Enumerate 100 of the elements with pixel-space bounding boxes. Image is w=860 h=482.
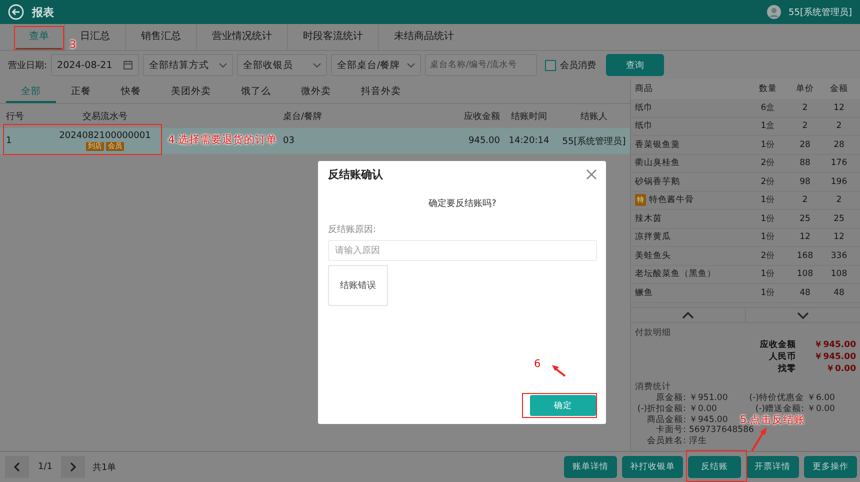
- table-cell-text: 25: [798, 214, 812, 224]
- table-cell: 1: [760, 269, 766, 280]
- query-button[interactable]: 查询: [606, 54, 664, 76]
- unit-label: 份: [766, 176, 776, 187]
- column-header: 行号: [6, 110, 24, 122]
- order-type-tab[interactable]: 微外卖: [286, 81, 346, 103]
- annotation-arrow: [552, 365, 566, 377]
- action-button[interactable]: 反结账: [688, 456, 741, 478]
- stat-label: 原金额:: [655, 394, 687, 404]
- action-button[interactable]: 开票详情: [746, 456, 799, 478]
- unit-label: 盒: [766, 121, 776, 132]
- reason-option[interactable]: 结账错误: [328, 265, 388, 306]
- action-button[interactable]: 更多操作: [804, 456, 857, 478]
- chevron-down-icon[interactable]: [797, 312, 809, 319]
- stat-value: 569737648586: [689, 426, 754, 436]
- action-button[interactable]: 补打收银单: [622, 456, 683, 478]
- previous-page-button[interactable]: [5, 456, 29, 478]
- order-type-tab[interactable]: 抖音外卖: [346, 81, 416, 103]
- unit-label: 份: [766, 158, 776, 168]
- confirm-button[interactable]: 确定: [530, 395, 596, 416]
- unit-label: 份: [766, 250, 776, 261]
- table-cell-text: 168: [796, 250, 814, 261]
- unit-label: 份: [766, 195, 776, 206]
- report-tab[interactable]: 销售汇总: [128, 24, 194, 50]
- stat-value: 浮生: [689, 437, 707, 447]
- checkbox[interactable]: [545, 60, 556, 70]
- table-cell: 945.00: [468, 136, 500, 146]
- order-type-tab[interactable]: 正餐: [56, 81, 106, 103]
- close-icon[interactable]: [586, 168, 597, 180]
- order-type-tab[interactable]: 快餐: [106, 81, 156, 103]
- annotation-label: 3: [69, 40, 76, 52]
- checkbox-label: 会员消费: [560, 60, 596, 72]
- table-cell: 纸巾: [635, 102, 653, 114]
- order-type-tab[interactable]: 美团外卖: [156, 81, 226, 103]
- stat-value: ￥945.00: [689, 416, 728, 426]
- chevron-down-icon: [219, 62, 228, 68]
- table-cell-text: 2: [801, 195, 809, 206]
- table-cell: 2: [760, 158, 766, 168]
- page-title: 报表: [32, 4, 54, 20]
- table-cell: 辣木茵: [635, 212, 662, 225]
- report-tab[interactable]: 营业情况统计: [199, 24, 285, 50]
- unit-label: 份: [766, 232, 776, 242]
- order-type-tab[interactable]: 饿了么: [226, 81, 286, 103]
- back-icon[interactable]: [8, 4, 24, 20]
- table-cell-text: 12: [798, 232, 812, 242]
- chevron-down-icon: [407, 62, 416, 68]
- column-header: 商品: [635, 83, 654, 95]
- search-field[interactable]: 桌台名称/编号/流水号: [425, 54, 538, 76]
- unit-label: 份: [766, 214, 776, 224]
- table-cell-text: 98: [798, 176, 812, 187]
- column-header: 单价: [795, 83, 815, 95]
- chevron-up-icon[interactable]: [682, 312, 694, 319]
- table-cell: 1: [760, 195, 766, 206]
- table-cell-text: 48: [832, 288, 846, 298]
- table-cell-text: 108: [796, 269, 814, 280]
- table-cell-text: 2: [801, 121, 809, 132]
- table-cell: 砂锅香芋鹅: [635, 176, 680, 188]
- field-label: 反结账原因:: [328, 224, 378, 236]
- column-header: 结账时间: [511, 110, 547, 122]
- date-field[interactable]: 2024-08-21: [51, 54, 140, 76]
- reason-field[interactable]: 请输入原因: [328, 240, 597, 261]
- column-header: 结账人: [580, 110, 608, 122]
- table-cell-text: 2: [835, 121, 843, 132]
- table-cell-text: 12: [832, 232, 846, 242]
- table-cell: 6: [760, 102, 766, 113]
- table-cell: 香菜银鱼羹: [635, 138, 680, 151]
- summary-label: 人民币: [768, 351, 796, 364]
- table-cell: 1: [760, 232, 766, 242]
- dropdown[interactable]: 全部结算方式: [143, 54, 234, 76]
- dropdown[interactable]: 全部桌台/餐牌: [331, 54, 422, 76]
- section-title: 消费统计: [634, 381, 672, 393]
- report-tab[interactable]: 未结商品统计: [381, 24, 467, 50]
- annotation-label: 5.点击反结账: [740, 415, 806, 426]
- summary-value: ￥945.00: [813, 351, 856, 364]
- chevron-down-icon: [313, 62, 322, 68]
- table-cell-text: 25: [832, 214, 846, 224]
- table-cell: 2: [760, 176, 766, 187]
- table-cell-text: 196: [830, 176, 848, 187]
- date-label: 营业日期:: [8, 60, 48, 72]
- table-cell-text: 12: [832, 102, 846, 113]
- stat-label: 商品金额:: [646, 416, 687, 425]
- user-name: 55[系统管理员]: [788, 6, 852, 18]
- table-cell-text: 28: [832, 140, 846, 150]
- chevron-left-icon: [14, 462, 20, 472]
- unit-label: 份: [766, 269, 776, 280]
- table-cell: 鳜鱼: [635, 286, 653, 299]
- action-button[interactable]: 账单详情: [564, 456, 617, 478]
- dialog-message: 确定要反结账吗?: [428, 198, 498, 210]
- summary-label: 应收金额: [759, 339, 796, 352]
- table-cell-text: 2: [835, 195, 843, 206]
- table-cell: 1: [760, 140, 766, 150]
- stat-label: (-)特价优惠金: [748, 394, 805, 404]
- table-cell: 老坛酸菜鱼（黑鱼）: [635, 268, 716, 280]
- next-page-button[interactable]: [61, 456, 86, 478]
- stat-label: (-)折扣金额:: [636, 404, 687, 415]
- order-count: 共1单: [92, 462, 116, 474]
- dropdown[interactable]: 全部收银员: [237, 54, 328, 76]
- stat-value: ￥951.00: [689, 394, 728, 404]
- stat-value: ￥0.00: [689, 404, 717, 415]
- report-tab[interactable]: 时段客流统计: [290, 24, 376, 50]
